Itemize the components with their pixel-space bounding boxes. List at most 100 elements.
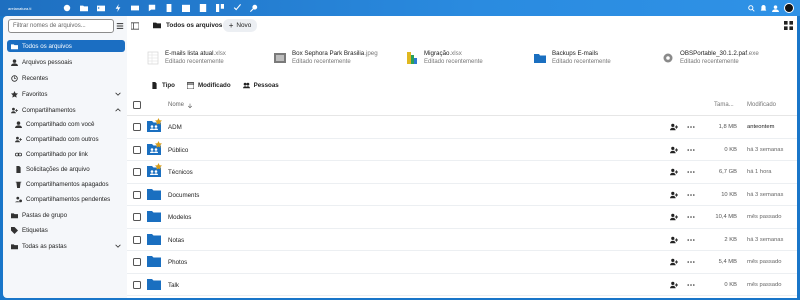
sidebar-item-all-files[interactable]: Todos os arquivos — [7, 40, 125, 52]
more-actions-icon[interactable] — [687, 281, 695, 289]
more-actions-icon[interactable] — [687, 213, 695, 221]
sidebar-item-all-folders[interactable]: Todas as pastas — [7, 240, 125, 252]
table-row[interactable]: Modelos 10,4 MB mês passado — [127, 206, 797, 229]
table-row[interactable]: Público 0 KB há 3 semanas — [127, 139, 797, 161]
sidebar-item-shares[interactable]: Compartilhamentos — [7, 104, 125, 116]
file-name[interactable]: Modelos — [168, 214, 191, 221]
select-all-checkbox[interactable] — [133, 101, 141, 109]
filter-modified[interactable]: Modificado — [186, 82, 231, 89]
filter-type[interactable]: Tipo — [151, 82, 175, 89]
link-icon — [15, 151, 22, 158]
grid-view-icon[interactable] — [784, 21, 793, 30]
star-icon[interactable] — [155, 118, 162, 125]
recent-file[interactable]: OBSPortable_30.1.2.paf.exe Editado recen… — [662, 50, 759, 70]
sidebar-item-shared-by-link[interactable]: Compartilhado por link — [11, 148, 129, 160]
chevron-down-icon[interactable] — [115, 91, 121, 97]
sidebar-item-recent[interactable]: Recentes — [7, 72, 125, 84]
logo[interactable]: areianatura.ti — [8, 6, 54, 11]
deck-icon[interactable] — [211, 0, 228, 16]
share-icon[interactable] — [670, 281, 678, 289]
file-modified: há 1 hora — [747, 169, 772, 175]
search-icon[interactable] — [748, 4, 755, 12]
file-name[interactable]: Documents — [168, 192, 199, 199]
column-modified[interactable]: Modificado — [747, 102, 776, 108]
file-name[interactable]: Público — [168, 147, 188, 154]
more-actions-icon[interactable] — [687, 258, 695, 266]
chevron-up-icon[interactable] — [115, 107, 121, 113]
share-icon[interactable] — [670, 168, 678, 176]
table-row[interactable]: Photos 5,4 MB mês passado — [127, 251, 797, 274]
more-actions-icon[interactable] — [687, 146, 695, 154]
sidebar-item-favorites[interactable]: Favoritos — [7, 88, 125, 100]
row-checkbox[interactable] — [133, 258, 141, 266]
row-checkbox[interactable] — [133, 235, 141, 244]
tasks-icon[interactable] — [228, 0, 245, 16]
contacts-menu-icon[interactable] — [772, 4, 779, 12]
share-icon[interactable] — [670, 191, 678, 199]
files-icon[interactable] — [75, 0, 92, 16]
sidebar-item-personal-files[interactable]: Arquivos pessoais — [7, 56, 125, 68]
row-checkbox[interactable] — [133, 190, 141, 199]
file-name[interactable]: ADM — [168, 124, 182, 131]
file-name[interactable]: Photos — [168, 259, 187, 266]
contacts-icon[interactable] — [160, 0, 177, 16]
more-actions-icon[interactable] — [687, 191, 695, 199]
chevron-down-icon[interactable] — [115, 243, 121, 249]
calendar-icon[interactable] — [177, 0, 194, 16]
breadcrumb-home[interactable]: Todos os arquivos — [153, 21, 222, 29]
avatar[interactable] — [784, 3, 794, 13]
sidebar-item-pending-shares[interactable]: Compartilhamentos pendentes — [11, 193, 129, 205]
sidebar-item-file-requests[interactable]: Solicitações de arquivo — [11, 163, 129, 175]
sidebar-item-shared-with-you[interactable]: Compartilhado com você — [11, 118, 129, 130]
more-actions-icon[interactable] — [687, 168, 695, 176]
notes-icon[interactable] — [194, 0, 211, 16]
mail-icon[interactable] — [126, 0, 143, 16]
dashboard-icon[interactable] — [58, 0, 75, 16]
star-icon[interactable] — [155, 163, 162, 170]
table-row[interactable]: ADM 1,8 MB anteontem — [127, 116, 797, 139]
share-icon[interactable] — [670, 258, 678, 266]
share-icon[interactable] — [670, 213, 678, 221]
recent-file[interactable]: E-mails lista atual.xlsx Editado recente… — [147, 50, 226, 70]
search-app-icon[interactable] — [245, 0, 262, 16]
talk-icon[interactable] — [143, 0, 160, 16]
star-icon[interactable] — [155, 140, 162, 148]
new-button[interactable]: + Novo — [223, 19, 257, 32]
share-icon[interactable] — [670, 146, 678, 154]
row-checkbox[interactable] — [133, 213, 141, 221]
notifications-icon[interactable] — [760, 4, 767, 12]
table-row[interactable]: Documents 10 KB há 3 semanas — [127, 184, 797, 206]
file-name[interactable]: Talk — [168, 282, 179, 289]
filter-input[interactable]: Filtrar nomes de arquivos... — [8, 19, 114, 33]
sidebar-item-tags[interactable]: Etiquetas — [7, 224, 125, 236]
menu-icon[interactable] — [131, 22, 139, 30]
share-icon[interactable] — [670, 236, 678, 244]
close-sidebar-icon[interactable] — [116, 22, 124, 30]
more-actions-icon[interactable] — [687, 236, 695, 244]
row-checkbox[interactable] — [133, 280, 141, 289]
more-actions-icon[interactable] — [687, 123, 695, 131]
sort-arrow-icon[interactable] — [187, 103, 193, 109]
sidebar-item-label: Arquivos pessoais — [22, 58, 73, 66]
table-row[interactable]: Notas 2 KB há 3 semanas — [127, 229, 797, 251]
recent-file[interactable]: Box Sephora Park Brasilia.jpeg Editado r… — [274, 50, 378, 70]
column-name[interactable]: Nome — [168, 102, 184, 108]
sidebar-item-deleted-shares[interactable]: Compartilhamentos apagados — [11, 178, 129, 190]
file-name[interactable]: Técnicos — [168, 169, 193, 176]
filter-people[interactable]: Pessoas — [242, 82, 279, 89]
column-size[interactable]: Tama... — [714, 102, 734, 108]
sidebar-item-shared-with-others[interactable]: Compartilhado com outros — [11, 133, 129, 145]
row-checkbox[interactable] — [133, 123, 141, 131]
recent-file[interactable]: Backups E-mails Editado recentemente — [534, 50, 611, 70]
share-icon[interactable] — [670, 123, 678, 131]
photos-icon[interactable] — [92, 0, 109, 16]
row-checkbox[interactable] — [133, 168, 141, 176]
sidebar-item-group-folders[interactable]: Pastas de grupo — [7, 209, 125, 221]
table-row[interactable]: Técnicos 6,7 GB há 1 hora — [127, 161, 797, 184]
table-row[interactable]: Talk 0 KB mês passado — [127, 274, 797, 296]
activity-icon[interactable] — [109, 0, 126, 16]
folder-icon — [147, 188, 161, 200]
file-name[interactable]: Notas — [168, 237, 184, 244]
row-checkbox[interactable] — [133, 145, 141, 154]
recent-file[interactable]: Migração.xlsx Editado recentemente — [406, 50, 483, 70]
